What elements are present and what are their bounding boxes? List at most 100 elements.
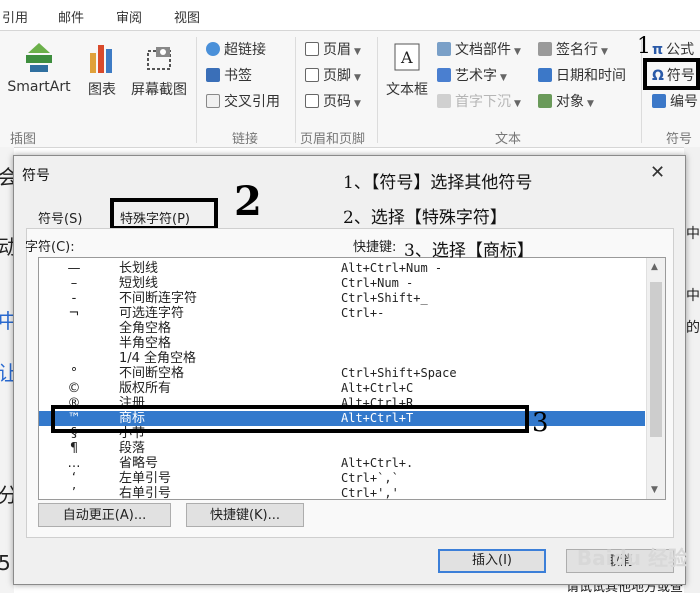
char-name: 半角空格 bbox=[119, 336, 172, 351]
char-name: 全角空格 bbox=[119, 321, 172, 336]
char-glyph: ¶ bbox=[69, 441, 79, 456]
ribbon-tab-bar: 引用 邮件 审阅 视图 bbox=[0, 0, 700, 30]
list-item[interactable]: - 不间断连字符 Ctrl+Shift+_ bbox=[39, 291, 645, 306]
group-divider bbox=[196, 37, 197, 143]
wordart-icon bbox=[437, 68, 451, 82]
list-item[interactable]: — 长划线 Alt+Ctrl+Num - bbox=[39, 261, 645, 276]
tab-references[interactable]: 引用 bbox=[2, 7, 28, 26]
char-glyph: — bbox=[67, 261, 81, 276]
wordart-button[interactable]: 艺术字 ▼ bbox=[437, 65, 507, 85]
list-item[interactable]: © 版权所有 Alt+Ctrl+C bbox=[39, 381, 645, 396]
list-item[interactable]: ° 不间断空格 Ctrl+Shift+Space bbox=[39, 366, 645, 381]
scroll-up-icon[interactable]: ▲ bbox=[651, 262, 658, 272]
tab-symbols[interactable]: 符号(S) bbox=[38, 206, 82, 229]
chevron-down-icon: ▼ bbox=[514, 47, 521, 57]
tab-mailings[interactable]: 邮件 bbox=[58, 7, 84, 26]
group-label-text: 文本 bbox=[495, 132, 522, 147]
textbox-button[interactable]: A 文本框 bbox=[382, 39, 432, 99]
svg-text:A: A bbox=[400, 48, 413, 67]
ribbon: SmartArt 图表 屏幕截图 插图 超链接 书签 交叉引用 链接 页眉 ▼ 页… bbox=[0, 30, 700, 148]
pi-icon: π bbox=[652, 42, 664, 58]
footer-button[interactable]: 页脚 ▼ bbox=[305, 65, 361, 85]
screenshot-icon bbox=[147, 47, 171, 70]
list-item[interactable]: … 省略号 Alt+Ctrl+. bbox=[39, 456, 645, 471]
char-name: 可选连字符 bbox=[119, 306, 185, 321]
char-name: 省略号 bbox=[119, 456, 159, 471]
group-divider bbox=[295, 37, 296, 143]
hyperlink-button[interactable]: 超链接 bbox=[206, 39, 266, 59]
smartart-icon bbox=[26, 43, 52, 72]
special-characters-highlight-box bbox=[110, 198, 218, 230]
char-name: 右单引号 bbox=[119, 486, 172, 500]
globe-link-icon bbox=[206, 42, 220, 56]
trademark-highlight-box bbox=[51, 405, 529, 433]
drop-cap-button[interactable]: 首字下沉 ▼ bbox=[437, 91, 521, 111]
doc-text: 中 bbox=[686, 288, 700, 304]
tab-view[interactable]: 视图 bbox=[174, 7, 200, 26]
shortcut-key: Ctrl+Shift+Space bbox=[341, 366, 457, 380]
char-glyph: – bbox=[70, 276, 78, 291]
annotation-step-3: 3、选择【商标】 bbox=[404, 241, 534, 261]
list-item[interactable]: 半角空格 bbox=[39, 336, 645, 351]
list-item[interactable]: ¶ 段落 bbox=[39, 441, 645, 456]
doc-text: 中 bbox=[686, 226, 700, 242]
shortcut-key-button[interactable]: 快捷键(K)... bbox=[186, 503, 304, 527]
char-glyph: ¬ bbox=[68, 306, 80, 321]
list-item[interactable]: ’ 右单引号 Ctrl+',' bbox=[39, 486, 645, 500]
page-number-button[interactable]: 页码 ▼ bbox=[305, 91, 361, 111]
equation-button[interactable]: π 公式 bbox=[652, 39, 694, 59]
list-item[interactable]: – 短划线 Ctrl+Num - bbox=[39, 276, 645, 291]
chevron-down-icon: ▼ bbox=[354, 99, 361, 109]
cross-reference-button[interactable]: 交叉引用 bbox=[206, 91, 280, 111]
char-name: 短划线 bbox=[119, 276, 159, 291]
watermark: Baidu 经验 bbox=[576, 546, 688, 570]
object-icon bbox=[538, 94, 552, 108]
char-name: 1/4 全角空格 bbox=[119, 351, 197, 366]
screenshot-button[interactable]: 屏幕截图 bbox=[126, 39, 192, 99]
group-label-links: 链接 bbox=[232, 132, 259, 147]
date-time-button[interactable]: 日期和时间 bbox=[538, 65, 626, 85]
shortcut-key: Ctrl+- bbox=[341, 306, 385, 320]
char-name: 段落 bbox=[119, 441, 146, 456]
header-button[interactable]: 页眉 ▼ bbox=[305, 39, 361, 59]
chevron-down-icon: ▼ bbox=[500, 73, 507, 83]
char-name: 左单引号 bbox=[119, 471, 172, 486]
smartart-button[interactable]: SmartArt bbox=[6, 39, 72, 95]
number-icon bbox=[652, 94, 666, 108]
signature-line-button[interactable]: 签名行 ▼ bbox=[538, 39, 608, 59]
autocorrect-button[interactable]: 自动更正(A)... bbox=[38, 503, 171, 527]
scroll-down-icon[interactable]: ▼ bbox=[651, 485, 658, 495]
chart-button[interactable]: 图表 bbox=[80, 39, 124, 99]
page-number-icon bbox=[305, 94, 319, 108]
bookmark-button[interactable]: 书签 bbox=[206, 65, 252, 85]
number-button[interactable]: 编号 bbox=[652, 91, 698, 111]
list-item[interactable]: ‘ 左单引号 Ctrl+`,` bbox=[39, 471, 645, 486]
quick-parts-button[interactable]: 文档部件 ▼ bbox=[437, 39, 521, 59]
annotation-step-1: 1、【符号】选择其他符号 bbox=[343, 173, 533, 193]
object-button[interactable]: 对象 ▼ bbox=[538, 91, 594, 111]
char-glyph: - bbox=[71, 291, 77, 306]
shortcut-key: Ctrl+`,` bbox=[341, 471, 399, 485]
list-item[interactable]: 1/4 全角空格 bbox=[39, 351, 645, 366]
char-glyph: … bbox=[67, 456, 81, 471]
special-characters-list[interactable]: — 长划线 Alt+Ctrl+Num - – 短划线 Ctrl+Num - - 不间断连字符 C… bbox=[38, 257, 666, 500]
char-name: 不间断连字符 bbox=[119, 291, 198, 306]
textbox-icon: A bbox=[394, 43, 420, 71]
symbol-highlight-box bbox=[643, 58, 700, 90]
shortcut-key: Ctrl+Num - bbox=[341, 276, 414, 290]
dialog-title: 符号 bbox=[22, 168, 50, 184]
scrollbar[interactable]: ▲ ▼ bbox=[646, 258, 665, 499]
chevron-down-icon: ▼ bbox=[354, 73, 361, 83]
quick-parts-icon bbox=[437, 42, 451, 56]
insert-button[interactable]: 插入(I) bbox=[438, 549, 546, 573]
signature-line-icon bbox=[538, 42, 552, 56]
tab-review[interactable]: 审阅 bbox=[116, 7, 142, 26]
calendar-icon bbox=[538, 68, 552, 82]
annotation-mark-1: 1 bbox=[637, 34, 651, 59]
chevron-down-icon: ▼ bbox=[601, 47, 608, 57]
drop-cap-icon bbox=[437, 94, 451, 108]
list-item[interactable]: 全角空格 bbox=[39, 321, 645, 336]
close-icon[interactable]: ✕ bbox=[650, 162, 665, 183]
scrollbar-thumb[interactable] bbox=[650, 282, 662, 437]
list-item[interactable]: ¬ 可选连字符 Ctrl+- bbox=[39, 306, 645, 321]
